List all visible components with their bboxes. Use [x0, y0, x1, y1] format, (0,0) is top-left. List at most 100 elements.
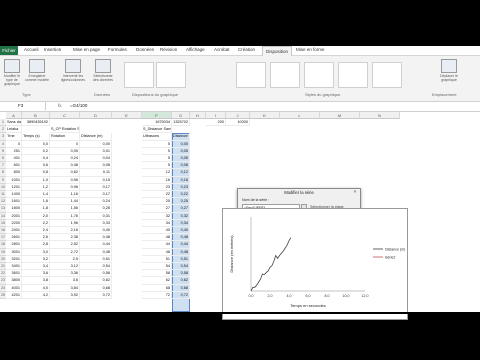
sheet-cell[interactable]: 48: [142, 234, 172, 242]
sheet-cell[interactable]: 58: [142, 270, 172, 278]
sheet-cell[interactable]: 0,44: [172, 241, 190, 249]
sheet-cell[interactable]: 2,6: [22, 234, 50, 242]
sheet-cell[interactable]: 3,92: [50, 291, 80, 299]
style-thumb[interactable]: [304, 62, 334, 88]
sheet-cell[interactable]: 1,4: [22, 191, 50, 199]
tab-insert[interactable]: Insertion: [44, 47, 61, 52]
sheet-cell[interactable]: Sans date: [6, 119, 22, 127]
sheet-cell[interactable]: 4,0: [22, 284, 50, 292]
tab-review[interactable]: Révision: [160, 47, 177, 52]
sheet-cell[interactable]: 2,52: [50, 241, 80, 249]
tab-formulas[interactable]: Formules: [108, 47, 127, 52]
column-header[interactable]: J: [226, 112, 250, 119]
sheet-cell[interactable]: 5: [142, 155, 172, 163]
sheet-cell[interactable]: 0,48: [172, 234, 190, 242]
column-header[interactable]: E: [112, 112, 142, 119]
fx-icon[interactable]: fx: [58, 102, 62, 110]
sheet-cell[interactable]: 1400: [6, 191, 22, 199]
sheet-cell[interactable]: 1,0: [22, 176, 50, 184]
sheet-cell[interactable]: 0,62: [50, 169, 80, 177]
sheet-cell[interactable]: 1,96: [50, 219, 80, 227]
select-data-button[interactable]: Sélectionner des données: [90, 58, 116, 86]
sheet-cell[interactable]: 0,11: [80, 169, 112, 177]
sheet-cell[interactable]: 0,8: [22, 169, 50, 177]
sheet-cell[interactable]: 0,68: [80, 284, 112, 292]
sheet-cell[interactable]: 10000: [226, 119, 250, 127]
sheet-cell[interactable]: 3,12: [50, 263, 80, 271]
sheet-cell[interactable]: 27: [142, 205, 172, 213]
tab-acrobat[interactable]: Acrobat: [214, 47, 230, 52]
sheet-cell[interactable]: 0,58: [80, 270, 112, 278]
sheet-cell[interactable]: 32: [142, 212, 172, 220]
sheet-cell[interactable]: Distance (m): [172, 133, 190, 141]
sheet-cell[interactable]: 51: [142, 255, 172, 263]
layout-thumb[interactable]: [124, 62, 154, 88]
sheet-cell[interactable]: 3,36: [50, 270, 80, 278]
sheet-cell[interactable]: 2,2: [22, 219, 50, 227]
sheet-cell[interactable]: S_Distance Sansor_rot...: [142, 126, 172, 134]
column-header[interactable]: N: [360, 112, 400, 119]
sheet-cell[interactable]: 1675034: [142, 119, 172, 127]
sheet-cell[interactable]: 12: [142, 169, 172, 177]
sheet-cell[interactable]: 0,24: [80, 198, 112, 206]
save-template-button[interactable]: Enregistrer comme modèle: [24, 58, 50, 86]
sheet-cell[interactable]: 1601: [6, 198, 22, 206]
sheet-cell[interactable]: 3,0: [22, 248, 50, 256]
sheet-cell[interactable]: 0: [50, 140, 80, 148]
sheet-cell[interactable]: 1,76: [50, 212, 80, 220]
tab-chart-format[interactable]: Mise en forme: [296, 47, 325, 52]
column-header[interactable]: F: [142, 112, 172, 119]
sheet-cell[interactable]: 1,56: [50, 205, 80, 213]
sheet-cell[interactable]: 34: [142, 219, 172, 227]
sheet-cell[interactable]: 0,17: [80, 191, 112, 199]
sheet-cell[interactable]: 3001: [6, 248, 22, 256]
chart-area[interactable]: Distance (en mètres) Temps en secondes 0…: [222, 208, 408, 320]
sheet-cell[interactable]: 0,22: [172, 191, 190, 199]
column-header[interactable]: B: [22, 112, 50, 119]
sheet-cell[interactable]: 1001: [6, 176, 22, 184]
sheet-cell[interactable]: 3,2: [22, 255, 50, 263]
sheet-cell[interactable]: 0,27: [172, 205, 190, 213]
sheet-cell[interactable]: 0,48: [80, 234, 112, 242]
sheet-cell[interactable]: 0,48: [80, 248, 112, 256]
sheet-cell[interactable]: 40: [142, 227, 172, 235]
sheet-cell[interactable]: 3,6: [22, 270, 50, 278]
sheet-cell[interactable]: 1,2: [22, 183, 50, 191]
sheet-cell[interactable]: 0,40: [172, 227, 190, 235]
sheet-cell[interactable]: 0,48: [172, 248, 190, 256]
sheet-cell[interactable]: 1,44: [50, 198, 80, 206]
sheet-cell[interactable]: Lelaka: [6, 126, 22, 134]
change-chart-type-button[interactable]: Modifier le type de graphique: [2, 58, 22, 86]
sheet-cell[interactable]: Distance (m): [80, 133, 112, 141]
sheet-cell[interactable]: 1325702: [172, 119, 190, 127]
tab-page-layout[interactable]: Mise en page: [73, 47, 100, 52]
sheet-cell[interactable]: 2,4: [22, 227, 50, 235]
sheet-cell[interactable]: 0,96: [50, 183, 80, 191]
sheet-cell[interactable]: 1,16: [50, 191, 80, 199]
tab-home[interactable]: Accueil: [24, 47, 39, 52]
sheet-cell[interactable]: 800: [6, 169, 22, 177]
sheet-cell[interactable]: 2200: [6, 219, 22, 227]
sheet-cell[interactable]: 0,6: [22, 162, 50, 170]
sheet-cell[interactable]: 1800: [6, 205, 22, 213]
sheet-cell[interactable]: 2,8: [22, 241, 50, 249]
column-header[interactable]: D: [80, 112, 112, 119]
sheet-cell[interactable]: 3,4: [22, 263, 50, 271]
column-header[interactable]: K: [250, 112, 280, 119]
formula-input[interactable]: =G4/100: [70, 102, 87, 110]
sheet-cell[interactable]: 3800: [6, 277, 22, 285]
sheet-cell[interactable]: 25: [142, 198, 172, 206]
column-header[interactable]: G: [172, 112, 190, 119]
style-thumb[interactable]: [372, 62, 402, 88]
tab-data[interactable]: Données: [136, 47, 154, 52]
sheet-cell[interactable]: 0,01: [80, 147, 112, 155]
sheet-cell[interactable]: 0,72: [172, 291, 190, 299]
sheet-cell[interactable]: 1,6: [22, 198, 50, 206]
sheet-cell[interactable]: 5: [142, 140, 172, 148]
sheet-cell[interactable]: 601: [6, 162, 22, 170]
sheet-cell[interactable]: 2801: [6, 241, 22, 249]
sheet-cell[interactable]: 0,54: [172, 263, 190, 271]
column-header[interactable]: A: [6, 112, 22, 119]
sheet-cell[interactable]: 2601: [6, 234, 22, 242]
sheet-cell[interactable]: 2401: [6, 227, 22, 235]
